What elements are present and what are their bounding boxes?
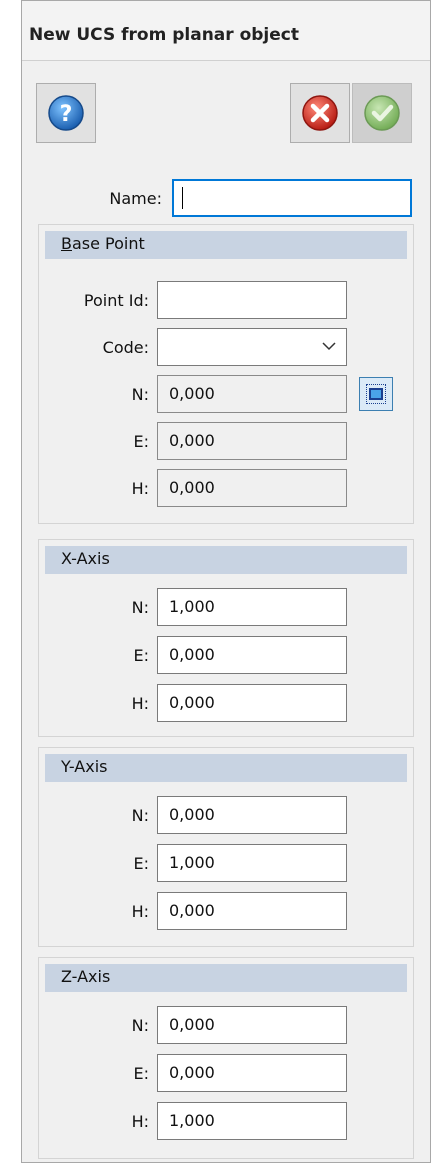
- name-input[interactable]: [172, 179, 412, 217]
- help-icon: ?: [48, 95, 84, 131]
- pick-point-button[interactable]: [359, 377, 393, 411]
- z-axis-group: Z-Axis N: 0,000 E: 0,000 H: 1,000: [38, 957, 414, 1159]
- z-n-input[interactable]: 0,000: [157, 1006, 347, 1044]
- pick-point-icon: [369, 388, 383, 400]
- chevron-down-icon: [322, 342, 336, 351]
- name-label: Name:: [109, 189, 162, 208]
- y-h-label: H:: [131, 902, 149, 921]
- ucs-dialog-panel: New UCS from planar object ? Name: Base …: [21, 0, 431, 1163]
- ok-icon: [364, 95, 400, 131]
- base-e-label: E:: [133, 432, 150, 451]
- z-h-label: H:: [131, 1112, 149, 1131]
- z-e-label: E:: [133, 1064, 150, 1083]
- svg-text:?: ?: [60, 102, 73, 127]
- x-h-label: H:: [131, 694, 149, 713]
- code-label: Code:: [102, 338, 149, 357]
- z-e-input[interactable]: 0,000: [157, 1054, 347, 1092]
- base-n-field: 0,000: [157, 375, 347, 413]
- y-axis-group: Y-Axis N: 0,000 E: 1,000 H: 0,000: [38, 747, 414, 947]
- y-e-label: E:: [133, 854, 150, 873]
- ok-button[interactable]: [352, 83, 412, 143]
- cancel-button[interactable]: [290, 83, 350, 143]
- x-e-input[interactable]: 0,000: [157, 636, 347, 674]
- point-id-input[interactable]: [157, 281, 347, 319]
- y-h-input[interactable]: 0,000: [157, 892, 347, 930]
- text-caret: [182, 187, 183, 209]
- z-axis-header: Z-Axis: [45, 964, 407, 992]
- base-n-label: N:: [131, 385, 149, 404]
- cancel-icon: [302, 95, 338, 131]
- y-n-label: N:: [131, 806, 149, 825]
- base-h-label: H:: [131, 479, 149, 498]
- dialog-title: New UCS from planar object: [22, 1, 430, 61]
- x-axis-group: X-Axis N: 1,000 E: 0,000 H: 0,000: [38, 539, 414, 737]
- x-h-input[interactable]: 0,000: [157, 684, 347, 722]
- y-e-input[interactable]: 1,000: [157, 844, 347, 882]
- code-select[interactable]: [157, 328, 347, 366]
- y-n-input[interactable]: 0,000: [157, 796, 347, 834]
- base-point-group: Base Point Point Id: Code: N: 0,000 E: 0…: [38, 224, 414, 524]
- base-e-field: 0,000: [157, 422, 347, 460]
- y-axis-header: Y-Axis: [45, 754, 407, 782]
- base-h-field: 0,000: [157, 469, 347, 507]
- x-n-label: N:: [131, 598, 149, 617]
- x-axis-header: X-Axis: [45, 546, 407, 574]
- x-e-label: E:: [133, 646, 150, 665]
- x-n-input[interactable]: 1,000: [157, 588, 347, 626]
- point-id-label: Point Id:: [83, 291, 149, 310]
- z-n-label: N:: [131, 1016, 149, 1035]
- help-button[interactable]: ?: [36, 83, 96, 143]
- base-point-header: Base Point: [45, 231, 407, 259]
- z-h-input[interactable]: 1,000: [157, 1102, 347, 1140]
